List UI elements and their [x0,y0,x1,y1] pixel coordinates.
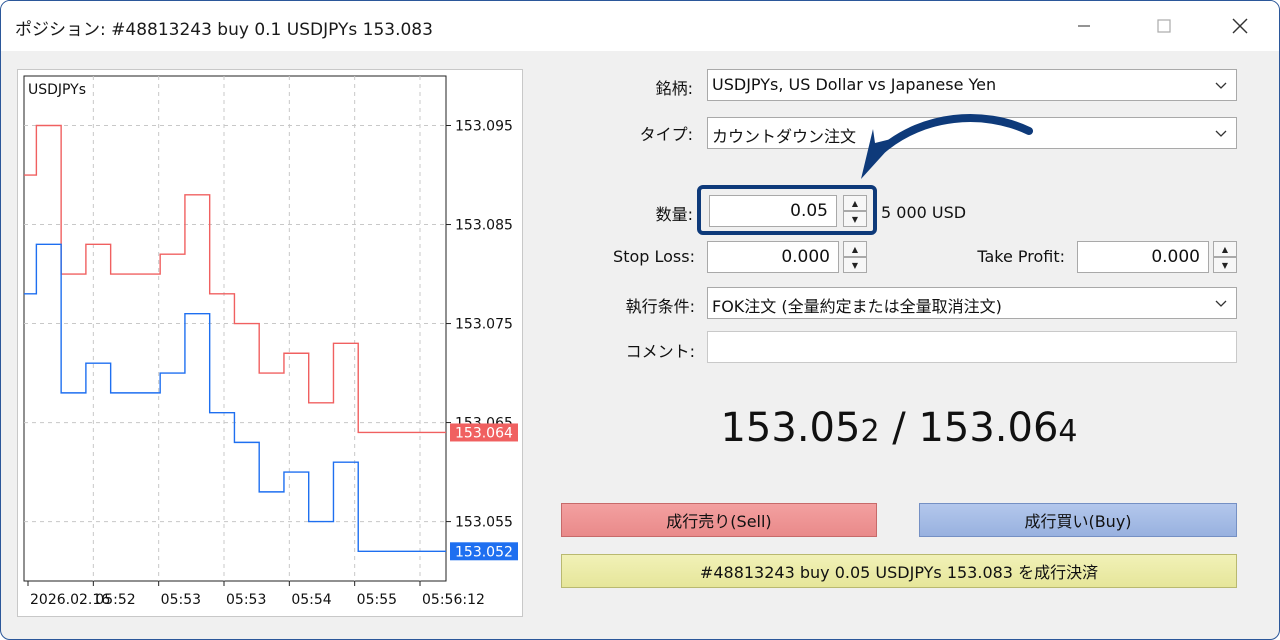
x-tick-label: 05:56:12 [422,592,485,608]
comment-input[interactable] [707,331,1237,363]
price-display: 153.052 / 153.064 [561,405,1237,451]
chart-canvas: 153.095153.085153.075153.065153.0552026.… [23,75,518,608]
close-position-button[interactable]: #48813243 buy 0.05 USDJPYs 153.083 を成行決済 [561,554,1237,588]
y-tick-label: 153.055 [455,515,513,531]
annotation-arrow-icon [861,114,1033,179]
position-window: ポジション: #48813243 buy 0.1 USDJPYs 153.083… [0,0,1280,640]
sell-button[interactable]: 成行売り(Sell) [561,503,877,537]
takeprofit-stepper[interactable]: ▲ ▼ [1213,241,1237,273]
takeprofit-down-icon[interactable]: ▼ [1213,257,1237,273]
y-tick-label: 153.075 [455,317,513,333]
stoploss-label: Stop Loss: [613,247,695,266]
x-tick-label: 05:54 [291,592,331,608]
fill-policy-select[interactable]: FOK注文 (全量約定または全量取消注文) [707,287,1237,319]
takeprofit-up-icon[interactable]: ▲ [1213,241,1237,257]
minimize-icon [1078,25,1090,27]
chart-symbol-label: USDJPYs [28,82,86,98]
type-label: タイプ: [639,125,693,144]
ask-price-small: 4 [1058,414,1078,449]
fill-policy-label: 執行条件: [625,297,695,316]
close-icon [1232,18,1248,34]
chevron-down-icon [1215,82,1227,89]
minimize-button[interactable] [1064,11,1104,41]
symbol-select-value: USDJPYs, US Dollar vs Japanese Yen [712,75,997,94]
chevron-down-icon [1215,130,1227,137]
x-tick-label: 05:52 [95,592,135,608]
ask-price-main: 153.06 [918,405,1059,451]
stoploss-value: 0.000 [781,247,830,267]
window-title: ポジション: #48813243 buy 0.1 USDJPYs 153.083 [15,20,433,40]
fill-policy-value: FOK注文 (全量約定または全量取消注文) [712,297,1002,316]
ask-price-tag-label: 153.064 [455,425,513,441]
takeprofit-input[interactable]: 0.000 [1077,241,1209,273]
y-tick-label: 153.085 [455,218,513,234]
price-separator: / [879,405,919,451]
x-tick-label: 05:55 [357,592,397,608]
x-tick-label: 05:53 [161,592,201,608]
bid-price-small: 2 [860,414,880,449]
takeprofit-value: 0.000 [1151,247,1200,267]
symbol-label: 銘柄: [655,79,693,98]
volume-highlight-box [697,185,877,235]
tick-chart: 153.095153.085153.075153.065153.0552026.… [17,69,523,617]
bid-price-tag-label: 153.052 [455,544,513,560]
volume-label: 数量: [655,205,693,224]
close-window-button[interactable] [1220,11,1260,41]
volume-note: 5 000 USD [881,203,967,222]
x-tick-label: 05:53 [226,592,266,608]
stoploss-down-icon[interactable]: ▼ [843,257,867,273]
maximize-icon [1157,19,1171,33]
y-tick-label: 153.095 [455,119,513,135]
stoploss-input[interactable]: 0.000 [707,241,839,273]
plot-frame [23,75,447,582]
buy-button[interactable]: 成行買い(Buy) [919,503,1237,537]
maximize-button[interactable] [1144,11,1184,41]
symbol-select[interactable]: USDJPYs, US Dollar vs Japanese Yen [707,69,1237,101]
title-bar: ポジション: #48813243 buy 0.1 USDJPYs 153.083 [1,1,1279,51]
takeprofit-label: Take Profit: [977,247,1065,266]
bid-price-main: 153.05 [720,405,861,451]
chevron-down-icon [1215,300,1227,307]
stoploss-stepper[interactable]: ▲ ▼ [843,241,867,273]
stoploss-up-icon[interactable]: ▲ [843,241,867,257]
order-type-value: カウントダウン注文 [712,127,857,146]
comment-label: コメント: [625,342,695,361]
